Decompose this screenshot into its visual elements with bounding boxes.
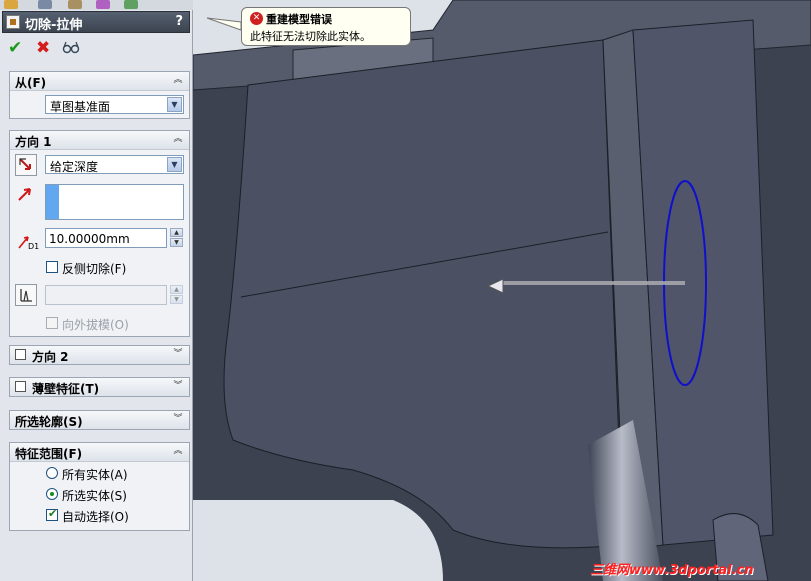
end-condition-value: 给定深度: [50, 160, 99, 174]
direction1-group-title: 方向 1: [15, 135, 52, 149]
start-condition-value: 草图基准面: [50, 100, 111, 114]
expand-chevron-icon[interactable]: ︾: [172, 348, 184, 360]
draft-icon: [20, 289, 32, 302]
thin-feature-group-title: 薄壁特征(T): [32, 382, 100, 396]
draft-outward-checkbox-box[interactable]: [46, 317, 58, 329]
error-message: 此特征无法切除此实体。: [250, 30, 371, 43]
start-condition-dropdown[interactable]: 草图基准面 ▼: [45, 95, 184, 114]
chevron-down-icon[interactable]: ▼: [167, 157, 182, 172]
draft-angle-input[interactable]: [45, 285, 167, 305]
direction2-group[interactable]: 方向 2 ︾: [9, 345, 190, 365]
thin-feature-checkbox[interactable]: [15, 381, 26, 392]
draft-angle-spinner[interactable]: ▲ ▼: [170, 285, 183, 305]
end-condition-dropdown[interactable]: 给定深度 ▼: [45, 155, 184, 174]
depth-value: 10.00000mm: [49, 232, 130, 246]
property-manager-tab[interactable]: [38, 0, 52, 9]
manager-tabs: [0, 0, 193, 10]
expand-chevron-icon[interactable]: ︾: [172, 413, 184, 425]
from-group-header[interactable]: 从(F) ︽: [10, 72, 189, 91]
direction2-group-header[interactable]: 方向 2 ︾: [10, 346, 189, 364]
direction1-group-header[interactable]: 方向 1 ︽: [10, 131, 189, 150]
property-manager-titlebar: 切除-拉伸 ?: [2, 11, 190, 33]
thin-feature-group[interactable]: 薄壁特征(T) ︾: [9, 377, 190, 397]
checkmark-icon: ✔: [8, 38, 23, 58]
graphics-viewport[interactable]: [193, 0, 811, 581]
selected-contours-group-title: 所选轮廓(S): [15, 415, 83, 429]
x-icon: ✖: [36, 38, 51, 58]
direction2-checkbox[interactable]: [15, 349, 26, 360]
spin-up-icon[interactable]: ▲: [170, 285, 183, 294]
property-manager-panel: 切除-拉伸 ? ✔ ✖ 从(F) ︽ 草图基准面 ▼ 方向 1 ︽ 给定深度 ▼…: [0, 0, 193, 581]
direction2-group-title: 方向 2: [32, 350, 69, 364]
svg-text:D1: D1: [28, 242, 39, 251]
feature-scope-group-header[interactable]: 特征范围(F) ︽: [10, 443, 189, 462]
all-bodies-label: 所有实体(A): [62, 468, 128, 482]
reverse-direction-button[interactable]: [15, 154, 37, 176]
configuration-manager-tab[interactable]: [68, 0, 82, 9]
all-bodies-radio-button[interactable]: [46, 467, 58, 479]
collapse-chevron-icon[interactable]: ︽: [172, 74, 184, 86]
from-group: 从(F) ︽ 草图基准面 ▼: [9, 71, 190, 119]
error-title: 重建模型错误: [266, 13, 332, 26]
error-icon: ✕: [250, 12, 263, 25]
reverse-direction-icon: [19, 158, 31, 170]
cancel-button[interactable]: ✖: [36, 38, 50, 58]
selected-contours-group-header[interactable]: 所选轮廓(S) ︾: [10, 411, 189, 429]
selected-bodies-radio-button[interactable]: [46, 488, 58, 500]
auto-select-label: 自动选择(O): [62, 510, 129, 524]
rebuild-error-tooltip: ✕ 重建模型错误 此特征无法切除此实体。: [241, 7, 411, 46]
collapse-chevron-icon[interactable]: ︽: [172, 133, 184, 145]
spin-down-icon[interactable]: ▼: [170, 295, 183, 304]
direction1-group: 方向 1 ︽ 给定深度 ▼ D1 10.00000mm ▲ ▼ 反侧切除(F) …: [9, 130, 190, 337]
thin-feature-group-header[interactable]: 薄壁特征(T) ︾: [10, 378, 189, 396]
depth-dimension-icon: D1: [18, 236, 39, 251]
display-manager-tab[interactable]: [124, 0, 138, 9]
from-group-title: 从(F): [15, 76, 47, 90]
direction-arrow-icon: [18, 188, 31, 201]
feature-scope-group-title: 特征范围(F): [15, 447, 83, 461]
draft-outward-label: 向外拔模(O): [62, 318, 129, 332]
help-button[interactable]: ?: [175, 14, 183, 29]
feature-manager-tab[interactable]: [4, 0, 18, 9]
preview-button[interactable]: [62, 39, 80, 60]
auto-select-checkbox-box[interactable]: [46, 507, 58, 521]
expand-chevron-icon[interactable]: ︾: [172, 380, 184, 392]
property-manager-title: 切除-拉伸: [25, 18, 83, 33]
selected-bodies-label: 所选实体(S): [62, 489, 127, 503]
spin-down-icon[interactable]: ▼: [170, 238, 183, 247]
ok-button[interactable]: ✔: [8, 38, 22, 58]
draft-toggle-button[interactable]: [15, 284, 37, 306]
cut-extrude-icon: [6, 15, 20, 29]
feature-scope-group: 特征范围(F) ︽ 所有实体(A) 所选实体(S) 自动选择(O): [9, 442, 190, 531]
direction-reference-selection-box[interactable]: [45, 184, 184, 220]
glasses-icon: [62, 41, 80, 54]
selected-contours-group[interactable]: 所选轮廓(S) ︾: [9, 410, 190, 430]
selection-highlight: [46, 185, 59, 219]
chevron-down-icon[interactable]: ▼: [167, 97, 182, 112]
depth-spinner[interactable]: ▲ ▼: [170, 228, 183, 248]
model-view[interactable]: [193, 0, 811, 581]
depth-input[interactable]: 10.00000mm: [45, 228, 167, 248]
flip-side-label: 反侧切除(F): [62, 262, 127, 276]
watermark: 三维网www.3dportal.cn: [590, 563, 754, 578]
collapse-chevron-icon[interactable]: ︽: [172, 445, 184, 457]
dimxpert-manager-tab[interactable]: [96, 0, 110, 9]
flip-side-checkbox-box[interactable]: [46, 261, 58, 273]
spin-up-icon[interactable]: ▲: [170, 228, 183, 237]
